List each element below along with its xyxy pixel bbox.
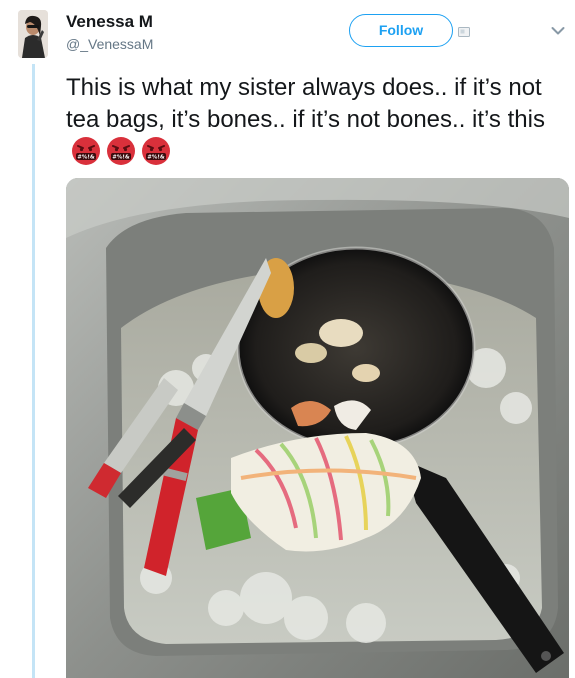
tweet-text: This is what my sister always does.. if … xyxy=(66,72,556,169)
avatar[interactable] xyxy=(18,10,48,58)
emoji-glyph-text: #%!& xyxy=(77,155,95,161)
card-icon xyxy=(458,27,470,37)
swearing-face-emoji: #%!& xyxy=(142,137,170,165)
swearing-face-emoji: #%!& xyxy=(107,137,135,165)
emoji-glyph-text: #%!& xyxy=(147,155,165,161)
thread-line xyxy=(32,64,35,678)
user-handle[interactable]: @_VenessaM xyxy=(66,36,153,52)
display-name[interactable]: Venessa M xyxy=(66,12,153,32)
swearing-face-emoji: #%!& xyxy=(72,137,100,165)
tweet-photo[interactable] xyxy=(66,178,569,678)
avatar-image xyxy=(18,10,48,58)
emoji-glyph-text: #%!& xyxy=(112,155,130,161)
sink-photo xyxy=(66,178,569,678)
chevron-down-icon[interactable] xyxy=(551,26,565,36)
follow-button[interactable]: Follow xyxy=(349,14,453,47)
tweet-text-body: This is what my sister always does.. if … xyxy=(66,74,545,133)
emoji-group: #%!& #%!& #%!& xyxy=(66,137,171,166)
